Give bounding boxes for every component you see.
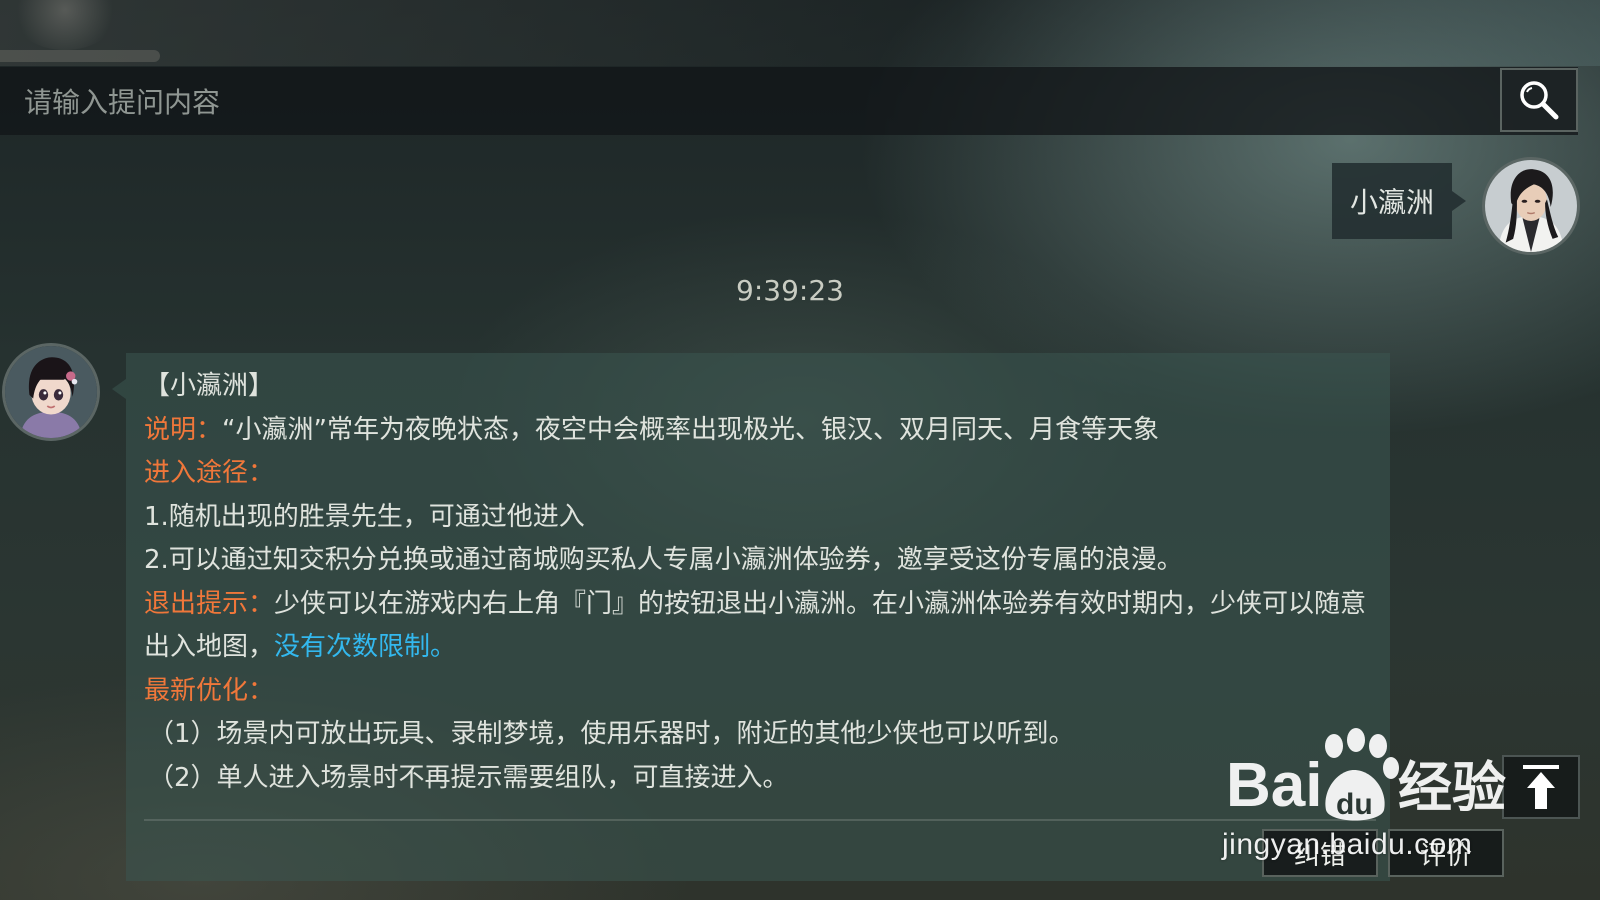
exit-line: 退出提示：少侠可以在游戏内右上角『门』的按钮退出小瀛洲。在小瀛洲体验券有效时期内…: [144, 583, 1374, 670]
update-item-2: （2）单人进入场景时不再提示需要组队，可直接进入。: [148, 762, 789, 793]
search-bar: [0, 67, 1578, 135]
baidu-jingyan-watermark: Bai du 经验 jingyan.baidu.com: [1222, 728, 1526, 888]
search-button[interactable]: [1500, 68, 1578, 132]
search-input[interactable]: [22, 75, 1426, 129]
npc-avatar[interactable]: [2, 343, 100, 441]
user-avatar[interactable]: [1482, 157, 1580, 255]
update-item-1: （1）场景内可放出玩具、录制梦境，使用乐器时，附近的其他少侠也可以听到。: [148, 719, 1075, 749]
entry-item-2: 2.可以通过知交积分兑换或通过商城购买私人专属小瀛洲体验券，邀享受这份专属的浪漫…: [144, 545, 1183, 575]
svg-text:du: du: [1336, 788, 1373, 821]
entry-item-1: 1.随机出现的胜景先生，可通过他进入: [144, 501, 585, 532]
male-character-avatar-icon: [1485, 160, 1577, 252]
entry-label: 进入途径：: [144, 458, 275, 488]
message-timestamp: 9:39:23: [736, 274, 844, 307]
update-label: 最新优化：: [144, 675, 275, 706]
description-line: 说明：“小瀛洲”常年为夜晚状态，夜空中会概率出现极光、银汉、双月同天、月食等天象: [144, 409, 1374, 453]
brush-stroke-decoration: [0, 50, 160, 62]
svg-text:Bai: Bai: [1226, 751, 1322, 820]
exit-highlight-link[interactable]: 没有次数限制。: [274, 632, 456, 662]
answer-title: 【小瀛洲】: [144, 371, 275, 401]
watermark-url: jingyan.baidu.com: [1222, 828, 1473, 861]
user-message-bubble: 小瀛洲: [1332, 163, 1466, 239]
top-decoration: [0, 0, 1600, 66]
answer-divider: [144, 819, 1376, 821]
svg-text:经验: 经验: [1398, 756, 1506, 819]
description-label: 说明：: [144, 414, 223, 445]
user-message-text: 小瀛洲: [1349, 186, 1434, 219]
search-icon: [1520, 81, 1559, 120]
answer-card: 【小瀛洲】 说明：“小瀛洲”常年为夜晚状态，夜空中会概率出现极光、银汉、双月同天…: [112, 353, 1504, 881]
female-character-avatar-icon: [5, 346, 97, 438]
exit-label: 退出提示：: [144, 588, 275, 619]
description-text: “小瀛洲”常年为夜晚状态，夜空中会概率出现极光、银汉、双月同天、月食等天象: [222, 414, 1159, 445]
answer-content: 【小瀛洲】 说明：“小瀛洲”常年为夜晚状态，夜空中会概率出现极光、银汉、双月同天…: [144, 365, 1374, 800]
cloud-decoration: [10, 0, 120, 50]
baidu-logo-icon: Bai du 经验: [1226, 728, 1526, 828]
